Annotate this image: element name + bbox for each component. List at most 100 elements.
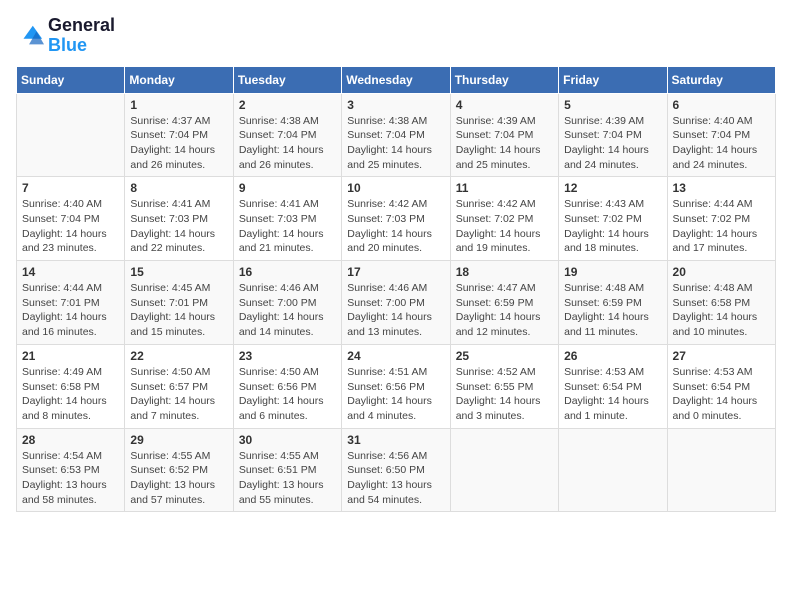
day-info: Sunrise: 4:52 AM Sunset: 6:55 PM Dayligh… (456, 365, 553, 424)
calendar-cell (667, 428, 775, 512)
day-number: 17 (347, 265, 444, 279)
day-number: 8 (130, 181, 227, 195)
day-info: Sunrise: 4:42 AM Sunset: 7:03 PM Dayligh… (347, 197, 444, 256)
calendar-cell (17, 93, 125, 177)
day-info: Sunrise: 4:41 AM Sunset: 7:03 PM Dayligh… (239, 197, 336, 256)
day-header-friday: Friday (559, 66, 667, 93)
calendar-cell: 16 Sunrise: 4:46 AM Sunset: 7:00 PM Dayli… (233, 261, 341, 345)
calendar-cell: 21Sunrise: 4:49 AM Sunset: 6:58 PM Dayli… (17, 344, 125, 428)
calendar-week-5: 28 Sunrise: 4:54 AM Sunset: 6:53 PM Dayli… (17, 428, 776, 512)
day-info: Sunrise: 4:39 AM Sunset: 7:04 PM Dayligh… (564, 114, 661, 173)
day-number: 28 (22, 433, 119, 447)
day-header-monday: Monday (125, 66, 233, 93)
day-info: Sunrise: 4:46 AM Sunset: 7:00 PM Dayligh… (347, 281, 444, 340)
day-info: Sunrise: 4:56 AM Sunset: 6:50 PM Dayligh… (347, 449, 444, 508)
calendar-cell: 13 Sunrise: 4:44 AM Sunset: 7:02 PM Dayli… (667, 177, 775, 261)
calendar-cell: 30 Sunrise: 4:55 AM Sunset: 6:51 PM Dayli… (233, 428, 341, 512)
day-number: 7 (22, 181, 119, 195)
day-number: 3 (347, 98, 444, 112)
day-number: 4 (456, 98, 553, 112)
day-number: 23 (239, 349, 336, 363)
calendar-cell: 17 Sunrise: 4:46 AM Sunset: 7:00 PM Dayli… (342, 261, 450, 345)
day-info: Sunrise: 4:46 AM Sunset: 7:00 PM Dayligh… (239, 281, 336, 340)
day-number: 19 (564, 265, 661, 279)
calendar-cell: 11Sunrise: 4:42 AM Sunset: 7:02 PM Dayli… (450, 177, 558, 261)
day-info: Sunrise: 4:38 AM Sunset: 7:04 PM Dayligh… (239, 114, 336, 173)
calendar-cell: 6 Sunrise: 4:40 AM Sunset: 7:04 PM Daylig… (667, 93, 775, 177)
day-info: Sunrise: 4:49 AM Sunset: 6:58 PM Dayligh… (22, 365, 119, 424)
day-info: Sunrise: 4:48 AM Sunset: 6:58 PM Dayligh… (673, 281, 770, 340)
calendar-cell (450, 428, 558, 512)
calendar-week-4: 21Sunrise: 4:49 AM Sunset: 6:58 PM Dayli… (17, 344, 776, 428)
calendar-cell: 7 Sunrise: 4:40 AM Sunset: 7:04 PM Daylig… (17, 177, 125, 261)
day-number: 26 (564, 349, 661, 363)
day-header-sunday: Sunday (17, 66, 125, 93)
day-number: 20 (673, 265, 770, 279)
day-info: Sunrise: 4:40 AM Sunset: 7:04 PM Dayligh… (22, 197, 119, 256)
calendar-cell: 20 Sunrise: 4:48 AM Sunset: 6:58 PM Dayli… (667, 261, 775, 345)
calendar-cell: 1 Sunrise: 4:37 AM Sunset: 7:04 PM Daylig… (125, 93, 233, 177)
day-info: Sunrise: 4:41 AM Sunset: 7:03 PM Dayligh… (130, 197, 227, 256)
day-number: 12 (564, 181, 661, 195)
day-number: 16 (239, 265, 336, 279)
day-number: 6 (673, 98, 770, 112)
header: General Blue (16, 16, 776, 56)
calendar-cell: 8 Sunrise: 4:41 AM Sunset: 7:03 PM Daylig… (125, 177, 233, 261)
day-info: Sunrise: 4:44 AM Sunset: 7:02 PM Dayligh… (673, 197, 770, 256)
day-info: Sunrise: 4:51 AM Sunset: 6:56 PM Dayligh… (347, 365, 444, 424)
day-info: Sunrise: 4:53 AM Sunset: 6:54 PM Dayligh… (673, 365, 770, 424)
day-info: Sunrise: 4:47 AM Sunset: 6:59 PM Dayligh… (456, 281, 553, 340)
day-info: Sunrise: 4:55 AM Sunset: 6:52 PM Dayligh… (130, 449, 227, 508)
day-number: 13 (673, 181, 770, 195)
day-number: 9 (239, 181, 336, 195)
day-number: 15 (130, 265, 227, 279)
day-info: Sunrise: 4:39 AM Sunset: 7:04 PM Dayligh… (456, 114, 553, 173)
calendar-cell: 14 Sunrise: 4:44 AM Sunset: 7:01 PM Dayli… (17, 261, 125, 345)
calendar-cell: 2Sunrise: 4:38 AM Sunset: 7:04 PM Daylig… (233, 93, 341, 177)
day-number: 1 (130, 98, 227, 112)
day-info: Sunrise: 4:42 AM Sunset: 7:02 PM Dayligh… (456, 197, 553, 256)
day-number: 18 (456, 265, 553, 279)
logo-icon (16, 22, 44, 50)
day-info: Sunrise: 4:53 AM Sunset: 6:54 PM Dayligh… (564, 365, 661, 424)
calendar-cell (559, 428, 667, 512)
day-number: 14 (22, 265, 119, 279)
calendar-cell: 15 Sunrise: 4:45 AM Sunset: 7:01 PM Dayli… (125, 261, 233, 345)
day-info: Sunrise: 4:55 AM Sunset: 6:51 PM Dayligh… (239, 449, 336, 508)
day-info: Sunrise: 4:54 AM Sunset: 6:53 PM Dayligh… (22, 449, 119, 508)
calendar-cell: 4 Sunrise: 4:39 AM Sunset: 7:04 PM Daylig… (450, 93, 558, 177)
logo: General Blue (16, 16, 115, 56)
calendar-cell: 18 Sunrise: 4:47 AM Sunset: 6:59 PM Dayli… (450, 261, 558, 345)
day-number: 10 (347, 181, 444, 195)
day-info: Sunrise: 4:43 AM Sunset: 7:02 PM Dayligh… (564, 197, 661, 256)
day-info: Sunrise: 4:48 AM Sunset: 6:59 PM Dayligh… (564, 281, 661, 340)
day-info: Sunrise: 4:40 AM Sunset: 7:04 PM Dayligh… (673, 114, 770, 173)
day-info: Sunrise: 4:50 AM Sunset: 6:56 PM Dayligh… (239, 365, 336, 424)
day-info: Sunrise: 4:44 AM Sunset: 7:01 PM Dayligh… (22, 281, 119, 340)
day-header-wednesday: Wednesday (342, 66, 450, 93)
day-number: 22 (130, 349, 227, 363)
calendar-week-2: 7 Sunrise: 4:40 AM Sunset: 7:04 PM Daylig… (17, 177, 776, 261)
calendar-week-3: 14 Sunrise: 4:44 AM Sunset: 7:01 PM Dayli… (17, 261, 776, 345)
calendar-cell: 22Sunrise: 4:50 AM Sunset: 6:57 PM Dayli… (125, 344, 233, 428)
day-info: Sunrise: 4:45 AM Sunset: 7:01 PM Dayligh… (130, 281, 227, 340)
calendar-cell: 19 Sunrise: 4:48 AM Sunset: 6:59 PM Dayli… (559, 261, 667, 345)
day-header-tuesday: Tuesday (233, 66, 341, 93)
day-number: 25 (456, 349, 553, 363)
calendar-cell: 10 Sunrise: 4:42 AM Sunset: 7:03 PM Dayli… (342, 177, 450, 261)
calendar-table: SundayMondayTuesdayWednesdayThursdayFrid… (16, 66, 776, 513)
calendar-cell: 5 Sunrise: 4:39 AM Sunset: 7:04 PM Daylig… (559, 93, 667, 177)
calendar-cell: 9 Sunrise: 4:41 AM Sunset: 7:03 PM Daylig… (233, 177, 341, 261)
calendar-cell: 27 Sunrise: 4:53 AM Sunset: 6:54 PM Dayli… (667, 344, 775, 428)
day-number: 27 (673, 349, 770, 363)
calendar-cell: 25 Sunrise: 4:52 AM Sunset: 6:55 PM Dayli… (450, 344, 558, 428)
calendar-cell: 28 Sunrise: 4:54 AM Sunset: 6:53 PM Dayli… (17, 428, 125, 512)
calendar-cell: 29 Sunrise: 4:55 AM Sunset: 6:52 PM Dayli… (125, 428, 233, 512)
calendar-cell: 26 Sunrise: 4:53 AM Sunset: 6:54 PM Dayli… (559, 344, 667, 428)
calendar-body: 1 Sunrise: 4:37 AM Sunset: 7:04 PM Daylig… (17, 93, 776, 512)
day-number: 29 (130, 433, 227, 447)
day-number: 5 (564, 98, 661, 112)
day-info: Sunrise: 4:37 AM Sunset: 7:04 PM Dayligh… (130, 114, 227, 173)
day-number: 30 (239, 433, 336, 447)
day-number: 24 (347, 349, 444, 363)
